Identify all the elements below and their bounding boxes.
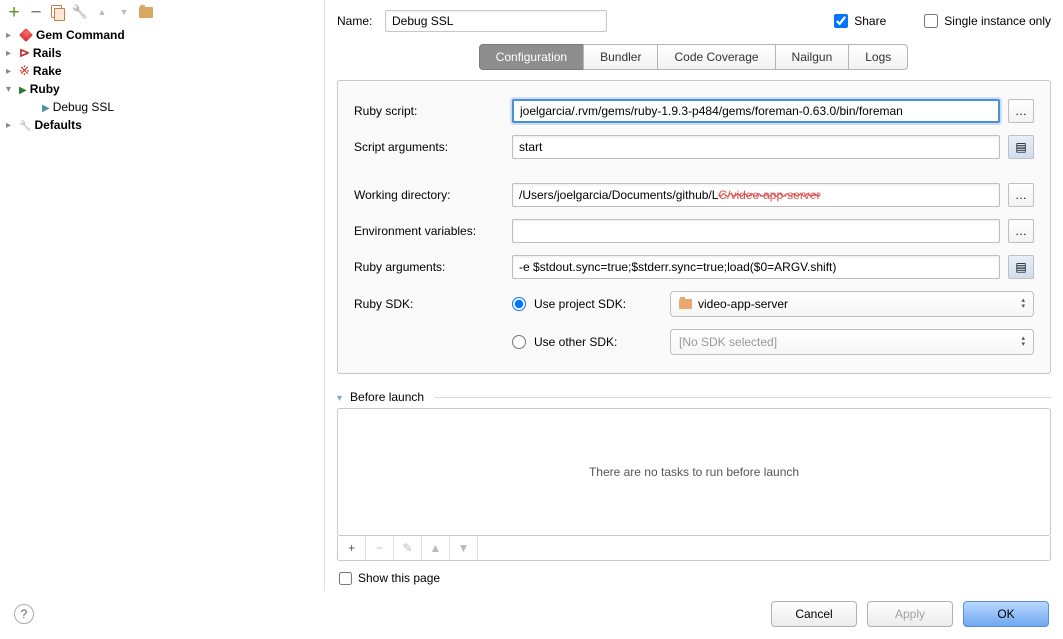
script-args-label: Script arguments: <box>354 140 504 154</box>
ruby-sdk-label: Ruby SDK: <box>354 297 504 311</box>
folder-open-icon[interactable] <box>138 4 154 20</box>
tree-label: Rake <box>33 64 62 78</box>
ok-button[interactable]: OK <box>963 601 1049 627</box>
tree-toolbar <box>0 0 324 24</box>
before-launch-section: Before launch There are no tasks to run … <box>337 390 1051 585</box>
tabs: Configuration Bundler Code Coverage Nail… <box>480 44 909 70</box>
name-label: Name: <box>337 14 375 28</box>
add-config-button[interactable] <box>6 4 22 20</box>
share-checkbox[interactable] <box>834 14 848 28</box>
tree-label: Ruby <box>30 82 60 96</box>
apply-button: Apply <box>867 601 953 627</box>
bl-add-button[interactable]: + <box>338 536 366 560</box>
show-this-page-label: Show this page <box>358 571 440 585</box>
env-vars-input[interactable] <box>512 219 1000 243</box>
show-this-page-checkbox[interactable] <box>339 572 352 585</box>
browse-ruby-script-button[interactable]: … <box>1008 99 1034 123</box>
use-other-sdk-label: Use other SDK: <box>534 335 617 349</box>
expand-ruby-args-button[interactable]: ▤ <box>1008 255 1034 279</box>
cancel-button[interactable]: Cancel <box>771 601 857 627</box>
before-launch-toolbar: + − ✎ ▲ ▼ <box>337 536 1051 561</box>
script-args-input[interactable] <box>512 135 1000 159</box>
config-tree: Gem Command Rails Rake Ruby Debug SSL De… <box>0 24 324 591</box>
working-dir-input[interactable]: /Users/joelgarcia/Documents/github/LC/vi… <box>512 183 1000 207</box>
tab-bundler[interactable]: Bundler <box>583 44 658 70</box>
share-label: Share <box>854 14 886 28</box>
help-button[interactable]: ? <box>14 604 34 624</box>
env-vars-label: Environment variables: <box>354 224 504 238</box>
working-dir-strike: C/video-app-server <box>718 188 820 202</box>
remove-config-button[interactable] <box>28 4 44 20</box>
tab-nailgun[interactable]: Nailgun <box>775 44 850 70</box>
debug-icon <box>42 100 50 114</box>
single-instance-checkbox[interactable] <box>924 14 938 28</box>
ruby-script-label: Ruby script: <box>354 104 504 118</box>
browse-env-vars-button[interactable]: … <box>1008 219 1034 243</box>
bl-remove-button: − <box>366 536 394 560</box>
tree-item-debug-ssl[interactable]: Debug SSL <box>0 98 324 116</box>
single-instance-label: Single instance only <box>944 14 1051 28</box>
left-pane: Gem Command Rails Rake Ruby Debug SSL De… <box>0 0 325 591</box>
bl-down-button: ▼ <box>450 536 478 560</box>
move-up-icon[interactable] <box>94 4 110 20</box>
rake-icon <box>19 63 30 79</box>
before-launch-list: There are no tasks to run before launch <box>337 408 1051 536</box>
config-panel: Ruby script: … Script arguments: ▤ Worki… <box>337 80 1051 374</box>
move-down-icon[interactable] <box>116 4 132 20</box>
ruby-icon <box>19 82 27 96</box>
before-launch-empty: There are no tasks to run before launch <box>589 465 799 479</box>
settings-icon[interactable] <box>72 4 88 20</box>
copy-config-button[interactable] <box>50 4 66 20</box>
tree-label: Debug SSL <box>53 100 114 114</box>
tree-item-rake[interactable]: Rake <box>0 62 324 80</box>
tree-item-ruby[interactable]: Ruby <box>0 80 324 98</box>
before-launch-title: Before launch <box>350 390 424 404</box>
tab-logs[interactable]: Logs <box>848 44 908 70</box>
use-project-sdk-radio[interactable] <box>512 297 526 311</box>
tree-label: Defaults <box>34 118 81 132</box>
bottom-bar: ? Cancel Apply OK <box>0 591 1063 639</box>
tree-item-gem[interactable]: Gem Command <box>0 26 324 44</box>
bl-edit-button: ✎ <box>394 536 422 560</box>
before-launch-twisty[interactable] <box>337 390 346 404</box>
tree-label: Gem Command <box>36 28 125 42</box>
name-input[interactable] <box>385 10 607 32</box>
rails-icon <box>19 45 30 61</box>
other-sdk-value: [No SDK selected] <box>679 335 777 349</box>
folder-icon <box>679 299 692 309</box>
tab-code-coverage[interactable]: Code Coverage <box>657 44 775 70</box>
other-sdk-select[interactable]: [No SDK selected] <box>670 329 1034 355</box>
ruby-args-label: Ruby arguments: <box>354 260 504 274</box>
use-other-sdk-radio[interactable] <box>512 335 526 349</box>
working-dir-label: Working directory: <box>354 188 504 202</box>
wrench-icon <box>19 118 31 132</box>
bl-up-button: ▲ <box>422 536 450 560</box>
tree-label: Rails <box>33 46 62 60</box>
ruby-script-input[interactable] <box>512 99 1000 123</box>
expand-script-args-button[interactable]: ▤ <box>1008 135 1034 159</box>
tab-configuration[interactable]: Configuration <box>479 44 584 70</box>
tree-item-defaults[interactable]: Defaults <box>0 116 324 134</box>
gem-icon <box>19 28 33 42</box>
project-sdk-value: video-app-server <box>698 297 788 311</box>
tree-item-rails[interactable]: Rails <box>0 44 324 62</box>
right-pane: Name: Share Single instance only Configu… <box>325 0 1063 591</box>
browse-working-dir-button[interactable]: … <box>1008 183 1034 207</box>
project-sdk-select[interactable]: video-app-server <box>670 291 1034 317</box>
use-project-sdk-label: Use project SDK: <box>534 297 626 311</box>
working-dir-value: /Users/joelgarcia/Documents/github/L <box>519 188 718 202</box>
ruby-args-input[interactable] <box>512 255 1000 279</box>
